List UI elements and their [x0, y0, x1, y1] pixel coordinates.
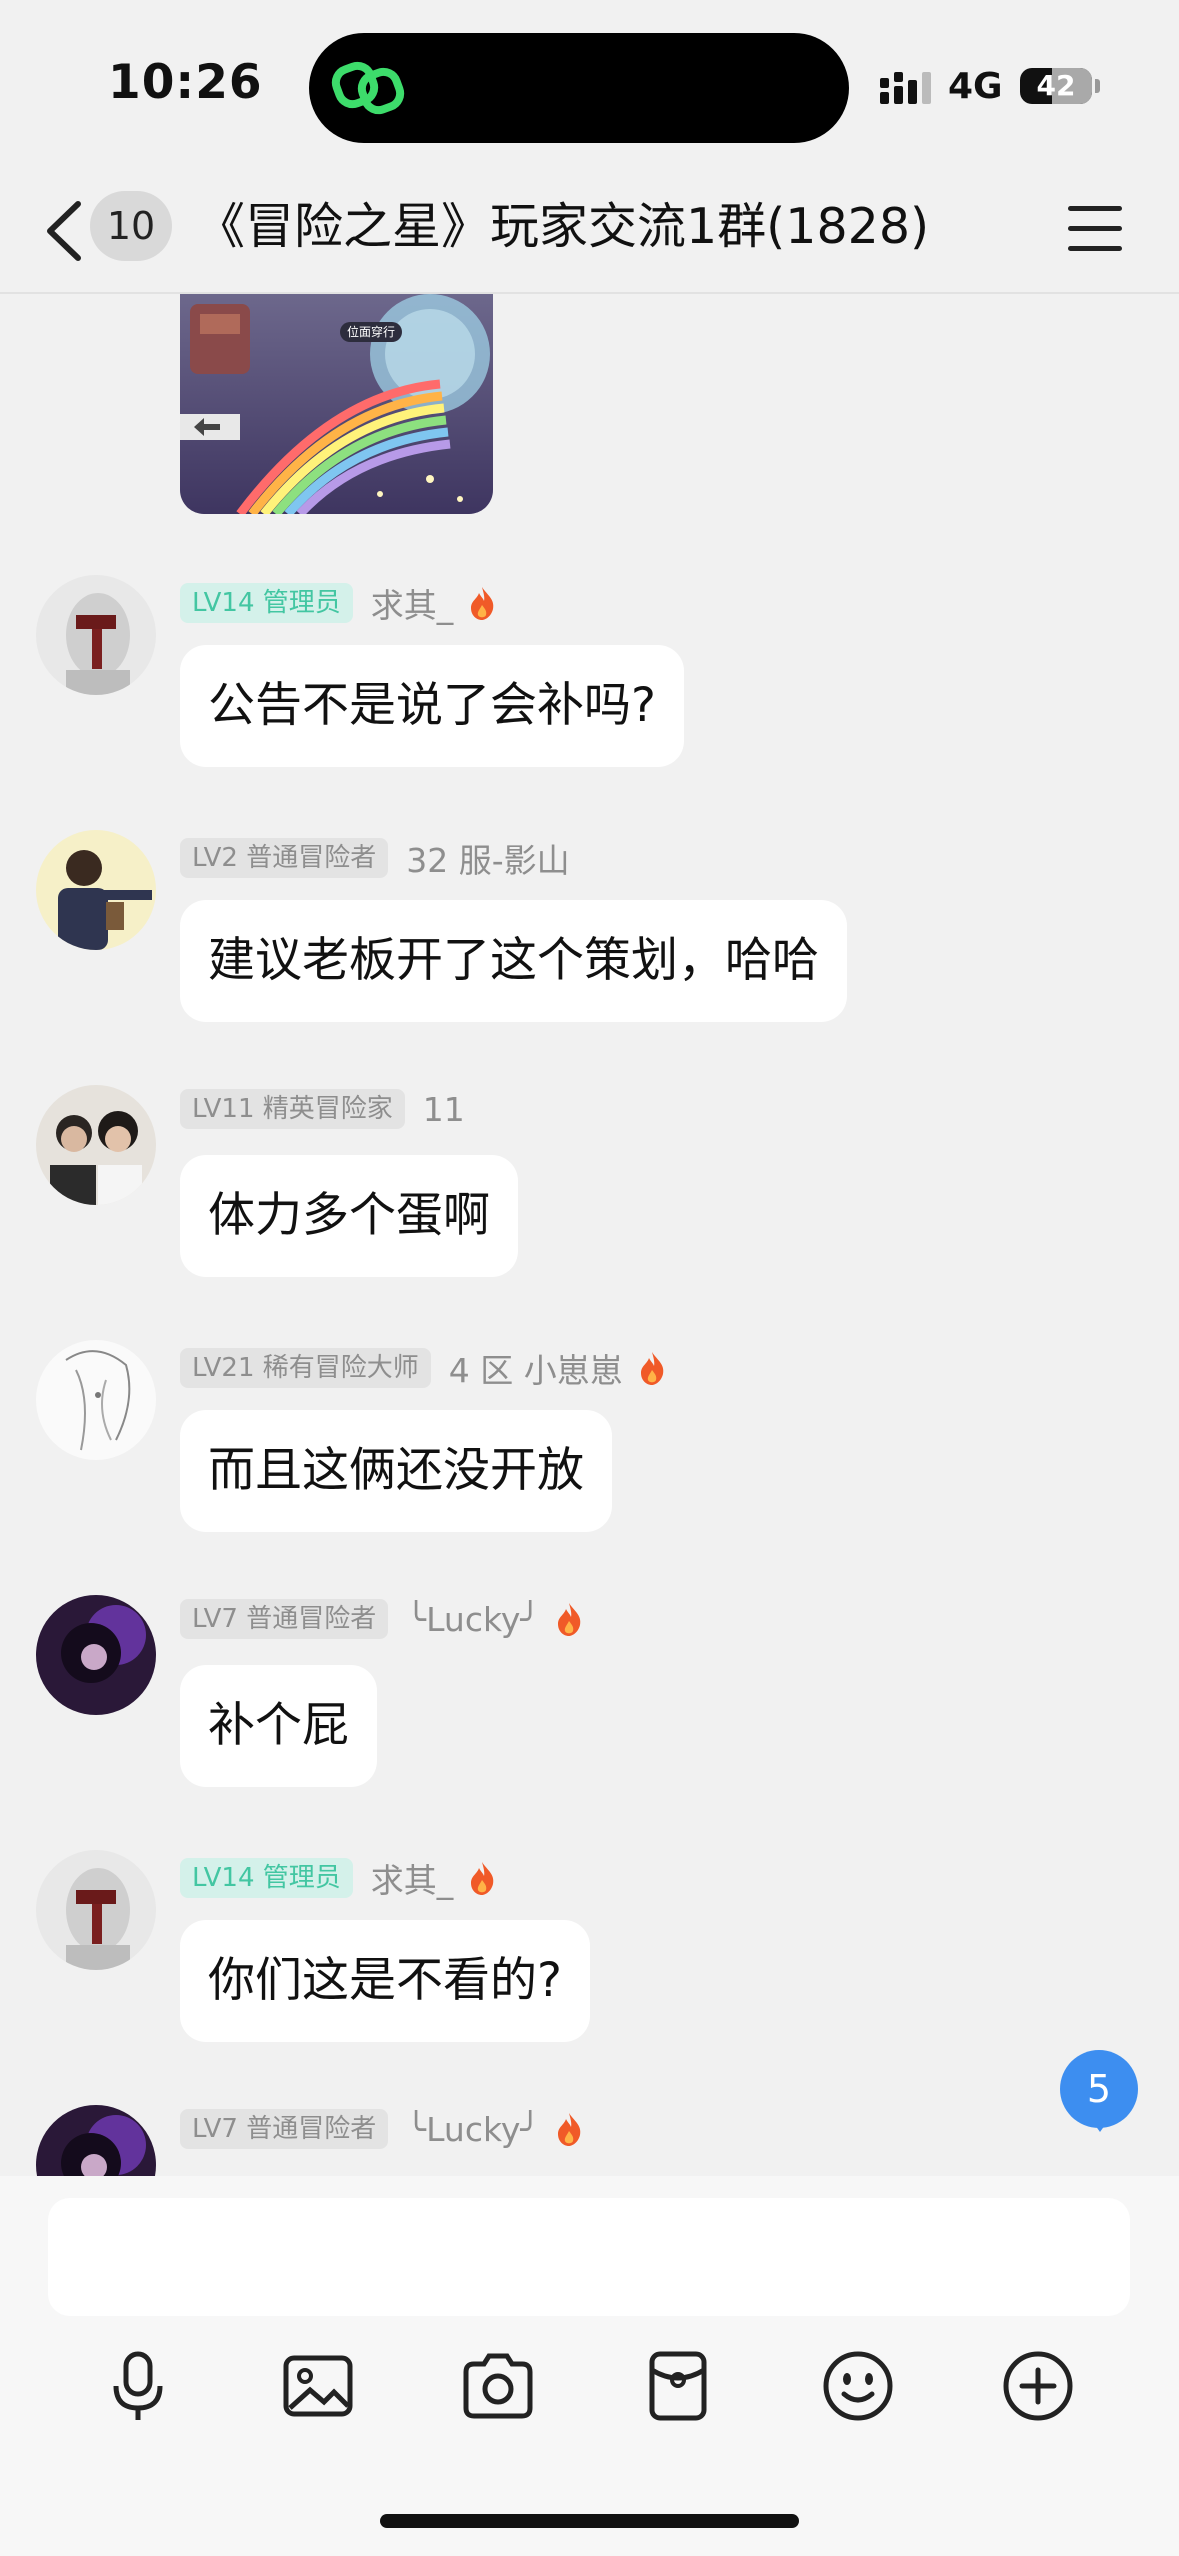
red-packet-icon[interactable]	[638, 2346, 718, 2426]
sender-meta: LV21 稀有冒险大师 4 区 小崽崽	[180, 1344, 667, 1390]
plus-icon[interactable]	[998, 2346, 1078, 2426]
message-item: LV14 管理员 求其_ 你们这是不看的?	[0, 1850, 1179, 2080]
signal-icon	[880, 72, 931, 104]
unread-count-badge[interactable]: 10	[90, 191, 172, 261]
status-bar: 10:26 4G 42	[0, 0, 1179, 170]
level-badge: LV7 普通冒险者	[180, 1599, 389, 1639]
network-type: 4G	[948, 66, 1003, 107]
level-badge: LV7 普通冒险者	[180, 2109, 389, 2149]
avatar[interactable]	[36, 1085, 156, 1205]
message-list[interactable]: 位面穿行 LV14 管理员 求其_ 公告不是说了会补吗? LV2 普通冒险者 32 …	[0, 294, 1179, 2176]
avatar[interactable]	[36, 1850, 156, 1970]
sender-meta: LV2 普通冒险者 32 服-影山	[180, 834, 570, 880]
message-bubble[interactable]: 而且这俩还没开放	[180, 1410, 612, 1532]
message-item: LV7 普通冒险者 ╰Lucky╯ 补个屁	[0, 1595, 1179, 1825]
sender-name[interactable]: 求其_	[371, 1854, 454, 1902]
chat-header: 10 《冒险之星》玩家交流1群(1828)	[0, 170, 1179, 294]
message-item: LV2 普通冒险者 32 服-影山 建议老板开了这个策划，哈哈	[0, 830, 1179, 1060]
chain-link-icon	[331, 61, 405, 115]
message-bubble[interactable]: 体力多个蛋啊	[180, 1155, 518, 1277]
avatar[interactable]	[36, 830, 156, 950]
level-badge: LV14 管理员	[180, 583, 353, 623]
microphone-icon[interactable]	[98, 2346, 178, 2426]
image-icon[interactable]	[278, 2346, 358, 2426]
level-badge: LV2 普通冒险者	[180, 838, 389, 878]
battery-icon: 42	[1020, 68, 1092, 104]
message-input[interactable]	[48, 2198, 1130, 2316]
message-bubble[interactable]: 补个屁	[180, 1665, 377, 1787]
sender-meta: LV14 管理员 求其_	[180, 1854, 497, 1900]
avatar[interactable]	[36, 2105, 156, 2176]
battery-level: 42	[1036, 69, 1076, 102]
level-badge: LV21 稀有冒险大师	[180, 1348, 431, 1388]
flame-icon	[640, 1352, 664, 1385]
sender-name[interactable]: 32 服-影山	[406, 834, 569, 882]
sender-name[interactable]: ╰Lucky╯	[406, 1600, 540, 1639]
avatar[interactable]	[36, 1340, 156, 1460]
message-item: LV7 普通冒险者 ╰Lucky╯	[0, 2105, 1179, 2176]
message-composer	[0, 2176, 1179, 2556]
flame-icon	[471, 587, 494, 620]
message-bubble[interactable]: 你们这是不看的?	[180, 1920, 590, 2042]
flame-icon	[558, 2113, 581, 2146]
flame-icon	[558, 1603, 581, 1636]
message-item: LV11 精英冒险家 11 体力多个蛋啊	[0, 1085, 1179, 1315]
message-bubble[interactable]: 建议老板开了这个策划，哈哈	[180, 900, 847, 1022]
camera-icon[interactable]	[458, 2346, 538, 2426]
menu-icon[interactable]	[1068, 206, 1122, 252]
image-message[interactable]: 位面穿行	[180, 294, 493, 514]
sender-meta: LV7 普通冒险者 ╰Lucky╯	[180, 2109, 584, 2151]
status-time: 10:26	[108, 55, 263, 110]
sender-name[interactable]: 求其_	[371, 579, 454, 627]
level-badge: LV11 精英冒险家	[180, 1089, 405, 1129]
home-indicator[interactable]	[380, 2514, 799, 2528]
level-badge: LV14 管理员	[180, 1858, 353, 1898]
avatar[interactable]	[36, 1595, 156, 1715]
sender-name[interactable]: 11	[423, 1090, 465, 1129]
message-bubble[interactable]: 公告不是说了会补吗?	[180, 645, 684, 767]
image-caption: 位面穿行	[347, 324, 395, 339]
dynamic-island	[309, 33, 849, 143]
sender-name[interactable]: ╰Lucky╯	[406, 2110, 540, 2149]
sender-name[interactable]: 4 区 小崽崽	[449, 1344, 623, 1392]
flame-icon	[471, 1862, 494, 1895]
sender-meta: LV11 精英冒险家 11	[180, 1089, 465, 1131]
game-screenshot-image: 位面穿行	[180, 294, 493, 514]
message-item: LV21 稀有冒险大师 4 区 小崽崽 而且这俩还没开放	[0, 1340, 1179, 1570]
group-title[interactable]: 《冒险之星》玩家交流1群(1828)	[196, 192, 929, 262]
new-messages-badge[interactable]: 5	[1060, 2050, 1138, 2128]
sender-meta: LV14 管理员 求其_	[180, 579, 497, 625]
message-item: LV14 管理员 求其_ 公告不是说了会补吗?	[0, 575, 1179, 805]
sender-meta: LV7 普通冒险者 ╰Lucky╯	[180, 1599, 584, 1641]
emoji-icon[interactable]	[818, 2346, 898, 2426]
back-chevron-icon[interactable]	[40, 198, 90, 264]
avatar[interactable]	[36, 575, 156, 695]
